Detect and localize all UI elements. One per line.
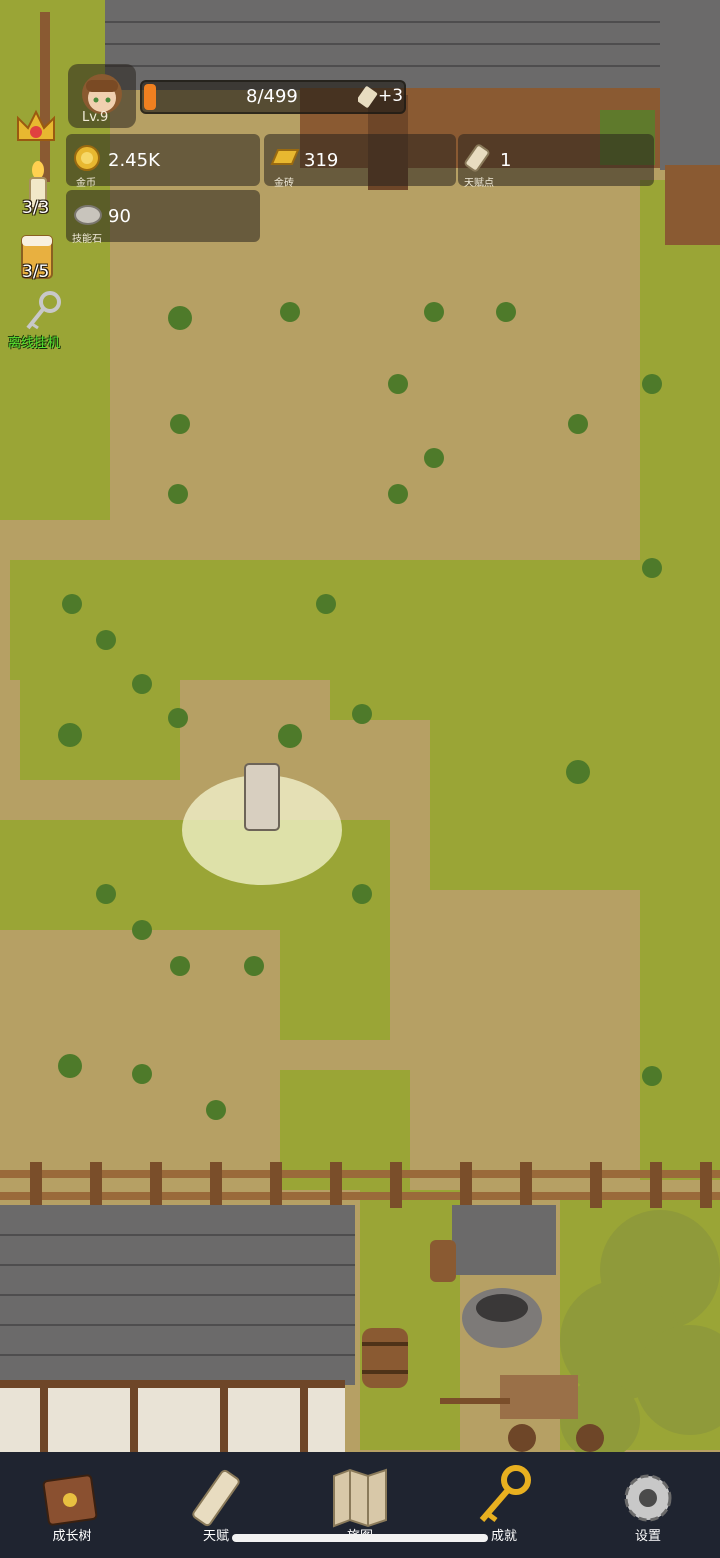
home-indicator[interactable] (232, 1534, 488, 1542)
player-level: Lv.9 (82, 110, 109, 125)
gear-icon (616, 1468, 680, 1528)
gold-bar-panel[interactable]: 319 金砖 (264, 134, 456, 189)
nav-settings[interactable]: 设置 (588, 1452, 708, 1558)
nav-growth-tree[interactable]: 成长树 (12, 1452, 132, 1558)
talent-scroll-icon (464, 142, 496, 172)
book-icon (40, 1472, 104, 1528)
experience-text: 8/499 (246, 86, 298, 107)
gold-panel[interactable]: 2.45K 金币 (66, 134, 260, 189)
skill-stone-label: 技能石 (72, 234, 102, 245)
gold-bar-value: 319 (304, 150, 339, 171)
talent-point-panel[interactable]: 1 天赋点 (458, 134, 654, 189)
nav-map[interactable]: 旅图 (300, 1452, 420, 1558)
gold-label: 金币 (76, 178, 96, 189)
talent-bonus: +3 (378, 86, 404, 106)
candle-count: 3/3 (22, 198, 50, 218)
gold-coin-icon (72, 144, 102, 172)
gold-bar-icon (268, 144, 302, 170)
beer-count: 3/5 (22, 262, 50, 282)
stone-marker (244, 763, 280, 831)
nav-label: 设置 (634, 1529, 661, 1544)
bottom-house (0, 1205, 355, 1452)
scroll-icon (184, 1466, 248, 1532)
nav-talent[interactable]: 天赋 (156, 1452, 276, 1558)
skill-stone-icon (72, 200, 104, 226)
key-icon (472, 1464, 536, 1530)
barrel (362, 1328, 408, 1388)
nav-achievement[interactable]: 成就 (444, 1452, 564, 1558)
gold-bar-label: 金砖 (274, 178, 294, 189)
gold-value: 2.45K (108, 150, 160, 171)
nav-label: 成长树 (52, 1529, 92, 1544)
map-icon (328, 1466, 392, 1530)
crown-button[interactable] (12, 104, 60, 150)
idle-label[interactable]: 离线挂机 (8, 332, 60, 351)
talent-point-value: 1 (500, 150, 512, 171)
experience-fill (144, 84, 156, 110)
talent-point-label: 天赋点 (464, 178, 494, 189)
skill-stone-panel[interactable]: 90 技能石 (66, 190, 260, 245)
idle-key-button[interactable] (22, 290, 66, 334)
talent-scroll-icon (356, 84, 378, 108)
skill-stone-value: 90 (108, 206, 131, 227)
